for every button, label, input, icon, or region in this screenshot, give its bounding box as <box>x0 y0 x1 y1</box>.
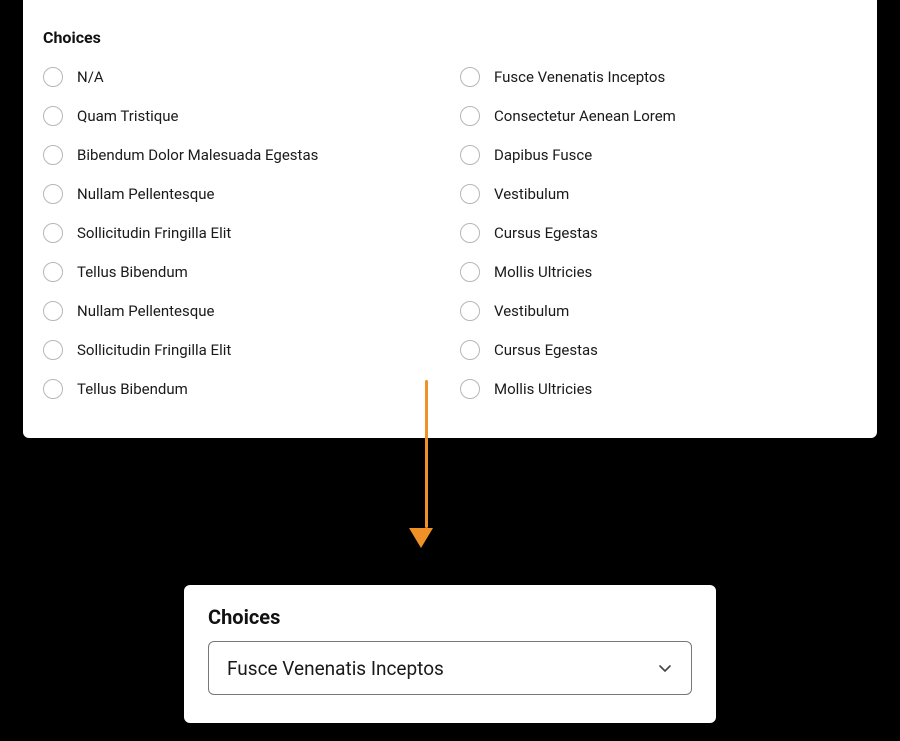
select-choices-panel: Choices Fusce Venenatis Inceptos <box>184 585 716 723</box>
radio-label: Quam Tristique <box>77 107 179 125</box>
radio-label: Nullam Pellentesque <box>77 185 215 203</box>
radio-label: Bibendum Dolor Malesuada Egestas <box>77 146 318 164</box>
radio-option[interactable]: Nullam Pellentesque <box>43 291 440 330</box>
radio-label: Tellus Bibendum <box>77 380 188 398</box>
radio-option[interactable]: Vestibulum <box>460 174 857 213</box>
radio-option[interactable]: Mollis Ultricies <box>460 252 857 291</box>
radio-label: Nullam Pellentesque <box>77 302 215 320</box>
radio-label: Dapibus Fusce <box>494 146 592 164</box>
radio-option[interactable]: Mollis Ultricies <box>460 369 857 408</box>
radio-option[interactable]: Cursus Egestas <box>460 213 857 252</box>
radio-circle-icon <box>460 379 480 399</box>
radio-label: Tellus Bibendum <box>77 263 188 281</box>
radio-label: Mollis Ultricies <box>494 380 592 398</box>
radio-label: Cursus Egestas <box>494 341 598 359</box>
radio-label: Consectetur Aenean Lorem <box>494 107 676 125</box>
radio-circle-icon <box>43 145 63 165</box>
radio-circle-icon <box>43 379 63 399</box>
radio-label: Sollicitudin Fringilla Elit <box>77 341 231 359</box>
radio-circle-icon <box>43 67 63 87</box>
radio-label: N/A <box>77 68 104 86</box>
choices-title: Choices <box>208 605 692 629</box>
radio-circle-icon <box>460 223 480 243</box>
radio-option[interactable]: Quam Tristique <box>43 96 440 135</box>
radio-circle-icon <box>43 340 63 360</box>
radio-option[interactable]: Sollicitudin Fringilla Elit <box>43 330 440 369</box>
radio-option[interactable]: Nullam Pellentesque <box>43 174 440 213</box>
radio-column-left: N/A Quam Tristique Bibendum Dolor Malesu… <box>43 57 440 408</box>
radio-option[interactable]: Sollicitudin Fringilla Elit <box>43 213 440 252</box>
radio-circle-icon <box>460 67 480 87</box>
radio-option[interactable]: Bibendum Dolor Malesuada Egestas <box>43 135 440 174</box>
radio-label: Vestibulum <box>494 185 569 203</box>
radio-option[interactable]: Cursus Egestas <box>460 330 857 369</box>
radio-circle-icon <box>43 223 63 243</box>
radio-label: Cursus Egestas <box>494 224 598 242</box>
radio-circle-icon <box>460 262 480 282</box>
radio-column-right: Fusce Venenatis Inceptos Consectetur Aen… <box>460 57 857 408</box>
radio-option[interactable]: N/A <box>43 57 440 96</box>
radio-circle-icon <box>43 301 63 321</box>
radio-label: Sollicitudin Fringilla Elit <box>77 224 231 242</box>
radio-option[interactable]: Tellus Bibendum <box>43 369 440 408</box>
chevron-down-icon <box>657 660 673 676</box>
choices-select[interactable]: Fusce Venenatis Inceptos <box>208 641 692 695</box>
radio-option[interactable]: Dapibus Fusce <box>460 135 857 174</box>
radio-circle-icon <box>43 184 63 204</box>
radio-option[interactable]: Fusce Venenatis Inceptos <box>460 57 857 96</box>
radio-circle-icon <box>460 301 480 321</box>
radio-columns: N/A Quam Tristique Bibendum Dolor Malesu… <box>43 57 857 408</box>
radio-label: Fusce Venenatis Inceptos <box>494 68 665 86</box>
radio-circle-icon <box>460 145 480 165</box>
radio-circle-icon <box>460 184 480 204</box>
radio-option[interactable]: Tellus Bibendum <box>43 252 440 291</box>
radio-circle-icon <box>43 262 63 282</box>
radio-label: Vestibulum <box>494 302 569 320</box>
radio-circle-icon <box>460 340 480 360</box>
radio-option[interactable]: Vestibulum <box>460 291 857 330</box>
transform-arrow-icon <box>419 380 433 548</box>
radio-label: Mollis Ultricies <box>494 263 592 281</box>
choices-title: Choices <box>43 28 857 47</box>
radio-option[interactable]: Consectetur Aenean Lorem <box>460 96 857 135</box>
radio-circle-icon <box>43 106 63 126</box>
select-value: Fusce Venenatis Inceptos <box>227 657 444 680</box>
radio-circle-icon <box>460 106 480 126</box>
radio-choices-panel: Choices N/A Quam Tristique Bibendum Dolo… <box>23 0 877 438</box>
